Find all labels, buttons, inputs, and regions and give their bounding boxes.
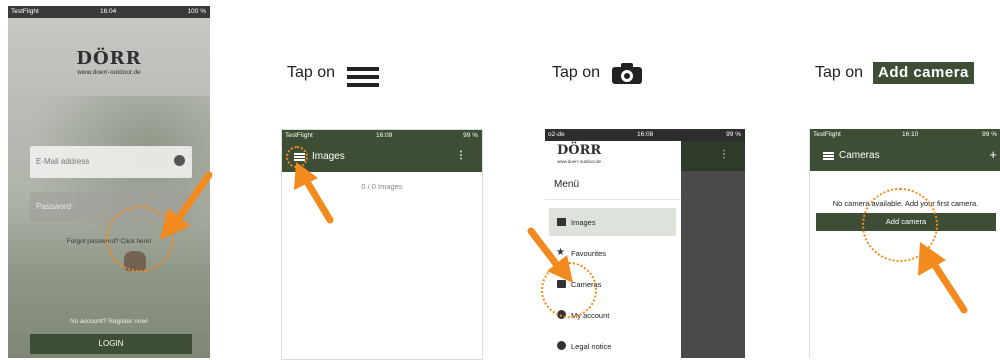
instruction-step1: Tap on xyxy=(287,64,335,82)
plus-icon[interactable]: + xyxy=(989,147,997,162)
menu-item-label: Images xyxy=(571,218,596,227)
more-options-icon: ⋮ xyxy=(719,149,729,160)
brand-logo: DÖRR xyxy=(76,48,142,69)
carrier-label: TestFlight xyxy=(285,132,313,139)
info-icon xyxy=(557,341,566,350)
hamburger-menu-button[interactable] xyxy=(823,152,834,160)
hamburger-menu-icon xyxy=(347,67,379,87)
login-button[interactable]: LOGIN xyxy=(30,334,192,354)
time-label: 16:09 xyxy=(376,132,393,139)
account-icon xyxy=(174,155,185,166)
app-bar-dimmed: ⋮ xyxy=(681,141,745,171)
battery-label: 100 % xyxy=(187,8,206,15)
battery-label: 99 % xyxy=(726,131,741,138)
register-link[interactable]: No account? Register now! xyxy=(8,318,210,325)
tap-label: Tap on xyxy=(815,64,864,81)
password-placeholder: Password xyxy=(36,202,72,211)
status-bar: o2-de 16:08 99 % xyxy=(545,129,745,141)
tap-label: Tap on xyxy=(552,64,601,81)
email-placeholder: E-Mail address xyxy=(36,157,90,166)
add-camera-highlight: Add camera xyxy=(873,62,974,84)
pointer-arrow xyxy=(527,227,573,283)
brand-url: www.doerr-outdoor.de xyxy=(77,69,141,76)
battery-label: 99 % xyxy=(982,131,997,138)
carrier-label: TestFlight xyxy=(813,131,841,138)
page-title: Cameras xyxy=(839,150,880,161)
drawer-divider xyxy=(545,199,681,200)
time-label: 16:04 xyxy=(100,8,117,15)
instruction-step3: Tap on xyxy=(815,64,863,82)
drawer-url: www.doerr-outdoor.de xyxy=(557,159,602,164)
instruction-step2: Tap on xyxy=(552,64,600,82)
time-label: 16:08 xyxy=(637,131,654,138)
tap-label: Tap on xyxy=(287,64,336,81)
status-bar: TestFlight 16:09 99 % xyxy=(282,130,482,142)
camera-icon xyxy=(612,63,642,84)
status-bar: TestFlight 16:10 99 % xyxy=(810,129,1000,141)
drawer-brand: DÖRR xyxy=(557,143,602,158)
app-bar: Cameras + xyxy=(810,141,1000,171)
image-icon xyxy=(557,218,566,226)
menu-item-label: Legal notice xyxy=(571,342,612,351)
pointer-arrow xyxy=(160,171,213,240)
time-label: 16:10 xyxy=(902,131,919,138)
battery-label: 99 % xyxy=(463,132,478,139)
carrier-label: TestFlight xyxy=(11,8,39,15)
carrier-label: o2-de xyxy=(548,131,565,138)
more-options-icon[interactable]: ⋮ xyxy=(456,150,466,161)
pointer-arrow xyxy=(918,242,968,314)
pointer-arrow xyxy=(294,162,334,224)
menu-title: Menü xyxy=(554,179,580,190)
menu-item-legal-notice[interactable]: Legal notice xyxy=(549,332,676,358)
status-bar: TestFlight 16:04 100 % xyxy=(8,6,210,18)
